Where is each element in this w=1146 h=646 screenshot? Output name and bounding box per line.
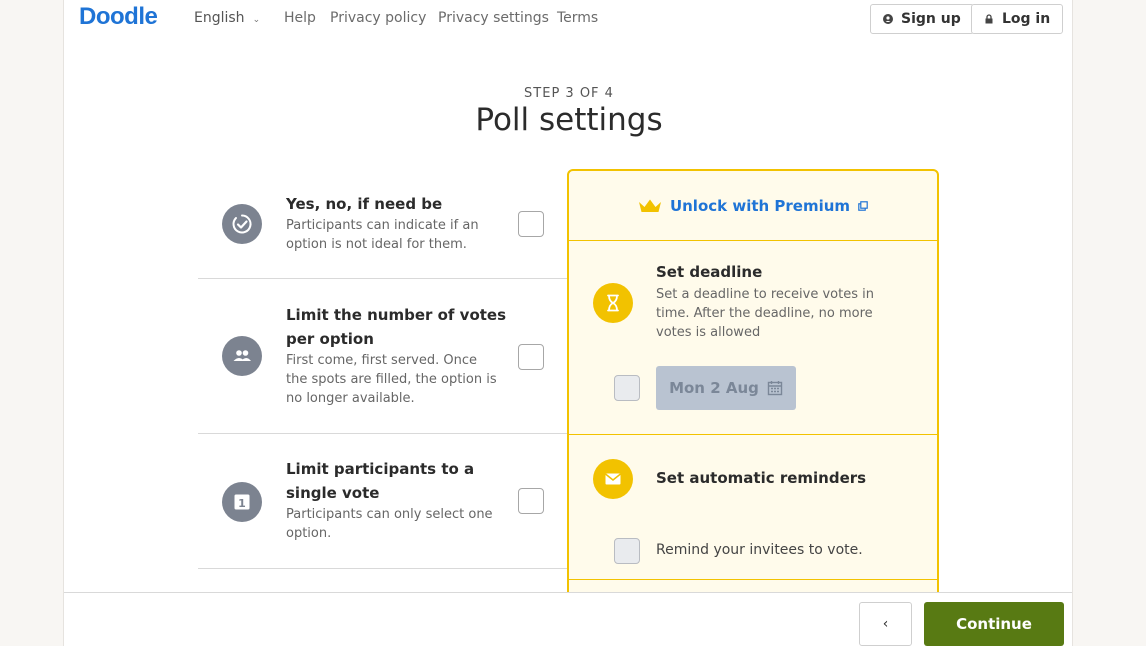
user-icon <box>883 14 893 24</box>
page-title: Poll settings <box>475 102 663 138</box>
language-label: English <box>194 10 245 26</box>
reminders-title: Set automatic reminders <box>656 469 867 487</box>
deadline-checkbox[interactable] <box>614 375 640 401</box>
unlock-premium-label: Unlock with Premium <box>669 196 851 215</box>
calendar-icon <box>767 381 783 396</box>
svg-text:1: 1 <box>238 497 246 510</box>
option-limit-single-vote: 1 Limit participants to a single vote Pa… <box>198 434 568 569</box>
deadline-date-value: Mon 2 Aug <box>669 379 759 397</box>
crown-icon <box>638 199 661 212</box>
option-checkbox[interactable] <box>518 344 544 370</box>
page-container: Doodle English ⌄ Help Privacy policy Priv… <box>63 0 1073 646</box>
reminders-section: Set automatic reminders Remind your invi… <box>569 435 937 580</box>
option-description: Participants can indicate if an option i… <box>286 218 479 252</box>
deadline-section: Set deadline Set a deadline to receive v… <box>569 241 937 435</box>
option-title: Limit participants to a single vote <box>286 460 475 502</box>
sign-up-button[interactable]: Sign up <box>870 4 974 34</box>
option-checkbox[interactable] <box>518 488 544 514</box>
option-title: Yes, no, if need be <box>286 195 443 213</box>
option-title: Limit the number of votes per option <box>286 306 507 348</box>
nav-privacy-settings-link[interactable]: Privacy settings <box>438 10 549 26</box>
doodle-logo[interactable]: Doodle <box>79 3 158 31</box>
option-limit-votes-per-option: Limit the number of votes per option Fir… <box>198 279 568 434</box>
deadline-date-picker[interactable]: Mon 2 Aug <box>656 366 796 410</box>
number-one-icon: 1 <box>222 482 262 522</box>
log-in-label: Log in <box>1002 11 1051 27</box>
step-indicator: STEP 3 OF 4 <box>524 86 614 101</box>
back-button[interactable]: ‹ <box>859 602 912 646</box>
reminders-checkbox[interactable] <box>614 538 640 564</box>
reminders-label: Remind your invitees to vote. <box>656 542 863 558</box>
language-selector[interactable]: English ⌄ <box>194 10 260 26</box>
footer-bar: ‹ Continue <box>64 592 1072 646</box>
option-description: Participants can only select one option. <box>286 507 493 541</box>
sign-up-label: Sign up <box>901 11 961 27</box>
lock-icon <box>985 14 993 24</box>
deadline-title: Set deadline <box>656 263 763 281</box>
external-link-icon <box>858 200 868 211</box>
chevron-left-icon: ‹ <box>882 616 889 632</box>
check-circle-icon <box>222 204 262 244</box>
log-in-button[interactable]: Log in <box>971 4 1064 34</box>
nav-privacy-policy-link[interactable]: Privacy policy <box>330 10 426 26</box>
nav-help-link[interactable]: Help <box>284 10 316 26</box>
option-description: First come, first served. Once the spots… <box>286 353 497 406</box>
continue-button[interactable]: Continue <box>924 602 1064 646</box>
people-icon <box>222 336 262 376</box>
envelope-icon <box>593 459 633 499</box>
premium-panel: Unlock with Premium Set deadline Set a d… <box>567 169 939 646</box>
deadline-description: Set a deadline to receive votes in time.… <box>656 287 874 340</box>
unlock-premium-link[interactable]: Unlock with Premium <box>569 171 937 241</box>
chevron-down-icon: ⌄ <box>252 15 261 25</box>
hourglass-icon <box>593 283 633 323</box>
nav-terms-link[interactable]: Terms <box>557 10 598 26</box>
option-yes-no-ifneedbe: Yes, no, if need be Participants can ind… <box>198 178 568 279</box>
option-checkbox[interactable] <box>518 211 544 237</box>
